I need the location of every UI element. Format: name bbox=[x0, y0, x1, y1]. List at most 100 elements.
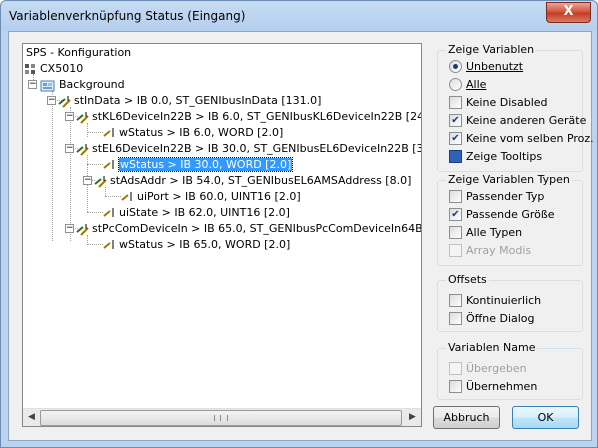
checkbox-icon bbox=[449, 95, 462, 109]
checkbox-icon bbox=[449, 293, 462, 307]
collapse-toggle[interactable]: − bbox=[65, 144, 74, 153]
checkbox-keine-disabled[interactable]: Keine Disabled bbox=[449, 95, 548, 111]
group-label: Offsets bbox=[446, 273, 489, 286]
input-variable-icon bbox=[94, 175, 107, 188]
scrollbar-thumb[interactable] bbox=[40, 410, 402, 426]
tree-node-label: wStatus > IB 6.0, WORD [2.0] bbox=[119, 126, 284, 139]
tree-node-stadsaddr[interactable]: stAdsAddr > IB 54.0, ST_GENIbusEL6AMSAdd… bbox=[94, 173, 411, 189]
checkbox-disabled-icon bbox=[449, 361, 462, 375]
close-button[interactable]: X bbox=[546, 2, 591, 23]
checkbox-array-modis[interactable]: Array Modis bbox=[449, 243, 531, 259]
input-variable-icon bbox=[103, 159, 114, 169]
window-title: Variablenverknüpfung Status (Eingang) bbox=[9, 9, 246, 23]
option-label: Array Modis bbox=[466, 244, 532, 257]
option-label: Übernehmen bbox=[466, 380, 538, 393]
checkbox-icon bbox=[449, 379, 462, 393]
tree-node-wstatus[interactable]: wStatus > IB 65.0, WORD [2.0] bbox=[103, 237, 290, 253]
tree-node-label: CX5010 bbox=[40, 62, 84, 75]
tree-node-label: stPcComDeviceIn > IB 65.0, ST_GENIbusPcC… bbox=[92, 222, 422, 235]
checkbox-checked-icon bbox=[449, 131, 462, 145]
option-label: Alle bbox=[466, 78, 487, 91]
checkbox-icon bbox=[449, 311, 462, 325]
tree-node-stel6devicein22b[interactable]: stEL6DeviceIn22B > IB 30.0, ST_GENIbusEL… bbox=[76, 141, 422, 157]
ok-button[interactable]: OK bbox=[512, 406, 579, 429]
tree-node-label: stInData > IB 0.0, ST_GENIbusInData [131… bbox=[74, 94, 322, 107]
group-zeige-variablen: Zeige Variablen Unbenutzt Alle Keine Dis… bbox=[437, 43, 594, 172]
collapse-toggle[interactable]: − bbox=[65, 224, 74, 233]
group-zeige-variablen-typen: Zeige Variablen Typen Passender Typ Pass… bbox=[437, 173, 583, 266]
checkbox-checked-icon bbox=[449, 207, 462, 221]
tree-node-wstatus-selected[interactable]: wStatus > IB 30.0, WORD [2.0] bbox=[103, 157, 294, 173]
collapse-toggle[interactable]: − bbox=[47, 96, 56, 105]
radio-unbenutzt[interactable]: Unbenutzt bbox=[449, 59, 523, 75]
tree-node-stkl6devicein22b[interactable]: stKL6DeviceIn22B > IB 6.0, ST_GENIbusKL6… bbox=[76, 109, 422, 125]
input-variable-icon bbox=[76, 223, 89, 236]
checkbox-passende-groesse[interactable]: Passende Größe bbox=[449, 207, 555, 223]
group-label: Variablen Name bbox=[446, 341, 538, 354]
checkbox-keine-anderen-geraete[interactable]: Keine anderen Geräte bbox=[449, 113, 586, 129]
radio-alle[interactable]: Alle bbox=[449, 77, 486, 93]
checkbox-disabled-icon bbox=[449, 243, 462, 257]
tree-node-label: stAdsAddr > IB 54.0, ST_GENIbusEL6AMSAdd… bbox=[110, 174, 412, 187]
tree-node-label: wStatus > IB 65.0, WORD [2.0] bbox=[119, 238, 291, 251]
input-variable-icon bbox=[58, 95, 71, 108]
checkbox-zeige-tooltips[interactable]: Zeige Tooltips bbox=[449, 149, 542, 165]
collapse-toggle[interactable]: − bbox=[83, 176, 92, 185]
option-label: Öffne Dialog bbox=[466, 312, 535, 325]
cancel-button[interactable]: Abbruch bbox=[433, 406, 500, 429]
option-label: Passende Größe bbox=[466, 208, 555, 221]
input-variable-icon bbox=[76, 111, 89, 124]
option-label: Keine Disabled bbox=[466, 96, 548, 109]
plc-icon bbox=[25, 64, 35, 74]
checkbox-kontinuierlich[interactable]: Kontinuierlich bbox=[449, 293, 541, 309]
scroll-right-icon[interactable]: ▶ bbox=[404, 409, 421, 426]
variable-tree[interactable]: SPS - Konfiguration CX5010 − − − − − − B… bbox=[22, 43, 422, 427]
option-label: Keine vom selben Proz. bbox=[466, 132, 594, 145]
collapse-toggle[interactable]: − bbox=[28, 80, 37, 89]
horizontal-scrollbar[interactable]: ◀ ▶ bbox=[23, 408, 421, 426]
tree-node-label: uiPort > IB 60.0, UINT16 [2.0] bbox=[137, 190, 301, 203]
option-label: Alle Typen bbox=[466, 226, 523, 239]
tree-node-label: Background bbox=[59, 78, 125, 91]
title-bar[interactable]: Variablenverknüpfung Status (Eingang) X bbox=[1, 1, 597, 31]
option-label: Keine anderen Geräte bbox=[466, 114, 587, 127]
tree-node-label: uiState > IB 62.0, UINT16 [2.0] bbox=[119, 206, 290, 219]
checkbox-alle-typen[interactable]: Alle Typen bbox=[449, 225, 522, 241]
checkbox-uebernehmen[interactable]: Übernehmen bbox=[449, 379, 537, 395]
collapse-toggle[interactable]: − bbox=[65, 112, 74, 121]
checkbox-checked-icon bbox=[449, 113, 462, 127]
checkbox-icon bbox=[449, 225, 462, 239]
tree-node-uiport[interactable]: uiPort > IB 60.0, UINT16 [2.0] bbox=[121, 189, 301, 205]
option-label: Kontinuierlich bbox=[466, 294, 542, 307]
input-variable-icon bbox=[121, 191, 132, 201]
checkbox-indeterminate-icon bbox=[449, 149, 462, 163]
checkbox-passender-typ[interactable]: Passender Typ bbox=[449, 189, 544, 205]
input-variable-icon bbox=[103, 207, 114, 217]
checkbox-uebergeben[interactable]: Übergeben bbox=[449, 361, 527, 377]
group-variablen-name: Variablen Name Übergeben Übernehmen bbox=[437, 341, 583, 400]
checkbox-keine-vom-selben[interactable]: Keine vom selben Proz. bbox=[449, 131, 594, 147]
group-label: Zeige Variablen Typen bbox=[446, 173, 572, 186]
dialog-window: Variablenverknüpfung Status (Eingang) X … bbox=[0, 0, 598, 448]
radio-checked-icon bbox=[449, 59, 462, 73]
grip-icon bbox=[214, 415, 228, 421]
tree-node-label: wStatus > IB 30.0, WORD [2.0] bbox=[117, 157, 294, 172]
group-label: Zeige Variablen bbox=[446, 43, 537, 56]
scroll-left-icon[interactable]: ◀ bbox=[23, 409, 40, 426]
tree-node-background[interactable]: Background bbox=[40, 77, 125, 93]
tree-node-stindata[interactable]: stInData > IB 0.0, ST_GENIbusInData [131… bbox=[58, 93, 321, 109]
tree-node-stpccomdevicein[interactable]: stPcComDeviceIn > IB 65.0, ST_GENIbusPcC… bbox=[76, 221, 422, 237]
tree-root-label: SPS - Konfiguration bbox=[26, 46, 132, 59]
option-label: Zeige Tooltips bbox=[466, 150, 543, 163]
input-variable-icon bbox=[103, 239, 114, 249]
tree-node-uistate[interactable]: uiState > IB 62.0, UINT16 [2.0] bbox=[103, 205, 290, 221]
input-variable-icon bbox=[103, 127, 114, 137]
tree-node-label: stEL6DeviceIn22B > IB 30.0, ST_GENIbusEL… bbox=[92, 142, 422, 155]
checkbox-oeffne-dialog[interactable]: Öffne Dialog bbox=[449, 311, 535, 327]
tree-node-wstatus[interactable]: wStatus > IB 6.0, WORD [2.0] bbox=[103, 125, 283, 141]
option-label: Unbenutzt bbox=[466, 60, 524, 73]
input-variable-icon bbox=[76, 143, 89, 156]
tree-node-label: stKL6DeviceIn22B > IB 6.0, ST_GENIbusKL6… bbox=[92, 110, 422, 123]
option-label: Übergeben bbox=[466, 362, 527, 375]
group-offsets: Offsets Kontinuierlich Öffne Dialog bbox=[437, 273, 583, 332]
